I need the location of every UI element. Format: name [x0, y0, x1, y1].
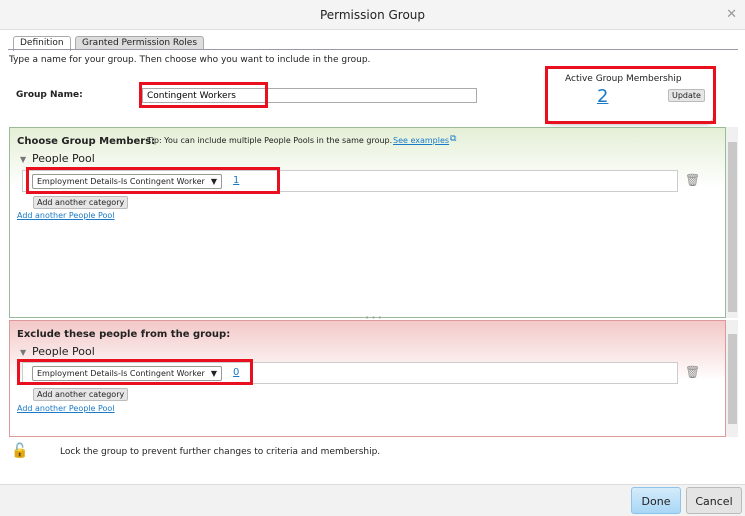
cancel-button[interactable]: Cancel — [686, 487, 742, 514]
close-icon[interactable]: ✕ — [726, 7, 737, 22]
add-people-pool-link[interactable]: Add another People Pool — [17, 404, 115, 413]
external-link-icon: ⧉ — [450, 134, 457, 144]
include-tip: Tip: You can include multiple People Poo… — [147, 136, 393, 145]
include-scrollbar-thumb[interactable] — [728, 142, 737, 312]
include-count-link[interactable]: 1 — [233, 175, 239, 186]
category-select-value: Employment Details-Is Contingent Worker — [37, 369, 205, 378]
collapse-triangle-icon[interactable]: ▼ — [20, 155, 26, 164]
people-pool-label: People Pool — [32, 152, 95, 165]
tab-granted-permission-roles[interactable]: Granted Permission Roles — [75, 36, 205, 50]
dialog-title: Permission Group — [319, 8, 426, 22]
category-select-value: Employment Details-Is Contingent Worker — [37, 177, 205, 186]
people-pool-label: People Pool — [32, 345, 95, 358]
membership-label: Active Group Membership — [565, 74, 682, 84]
exclude-scrollbar-thumb[interactable] — [728, 334, 737, 424]
membership-count-link[interactable]: 2 — [597, 86, 608, 107]
lock-text: Lock the group to prevent further change… — [60, 447, 381, 457]
unlock-icon[interactable]: 🔓 — [11, 443, 28, 459]
category-select[interactable]: Employment Details-Is Contingent Worker ▼ — [32, 174, 222, 189]
dropdown-arrow-icon: ▼ — [210, 369, 217, 378]
group-name-input[interactable] — [142, 88, 477, 103]
done-button[interactable]: Done — [631, 487, 681, 514]
see-examples-link[interactable]: See examples — [393, 136, 449, 145]
group-name-label: Group Name: — [16, 90, 83, 100]
include-panel — [9, 127, 726, 318]
tab-divider — [8, 49, 738, 50]
instruction-text: Type a name for your group. Then choose … — [9, 55, 371, 65]
exclude-heading: Exclude these people from the group: — [17, 329, 231, 340]
dropdown-arrow-icon: ▼ — [210, 177, 217, 186]
trash-icon[interactable]: 🗑 — [685, 173, 700, 187]
include-heading: Choose Group Members: — [17, 136, 156, 147]
category-select[interactable]: Employment Details-Is Contingent Worker ▼ — [32, 366, 222, 381]
exclude-count-link[interactable]: 0 — [233, 367, 239, 378]
trash-icon[interactable]: 🗑 — [685, 365, 700, 379]
add-category-button[interactable]: Add another category — [33, 196, 129, 209]
update-button[interactable]: Update — [668, 89, 705, 102]
add-category-button[interactable]: Add another category — [33, 388, 129, 401]
membership-card: Active Group Membership 2 Update — [547, 68, 713, 122]
collapse-triangle-icon[interactable]: ▼ — [20, 348, 26, 357]
add-people-pool-link[interactable]: Add another People Pool — [17, 211, 115, 220]
